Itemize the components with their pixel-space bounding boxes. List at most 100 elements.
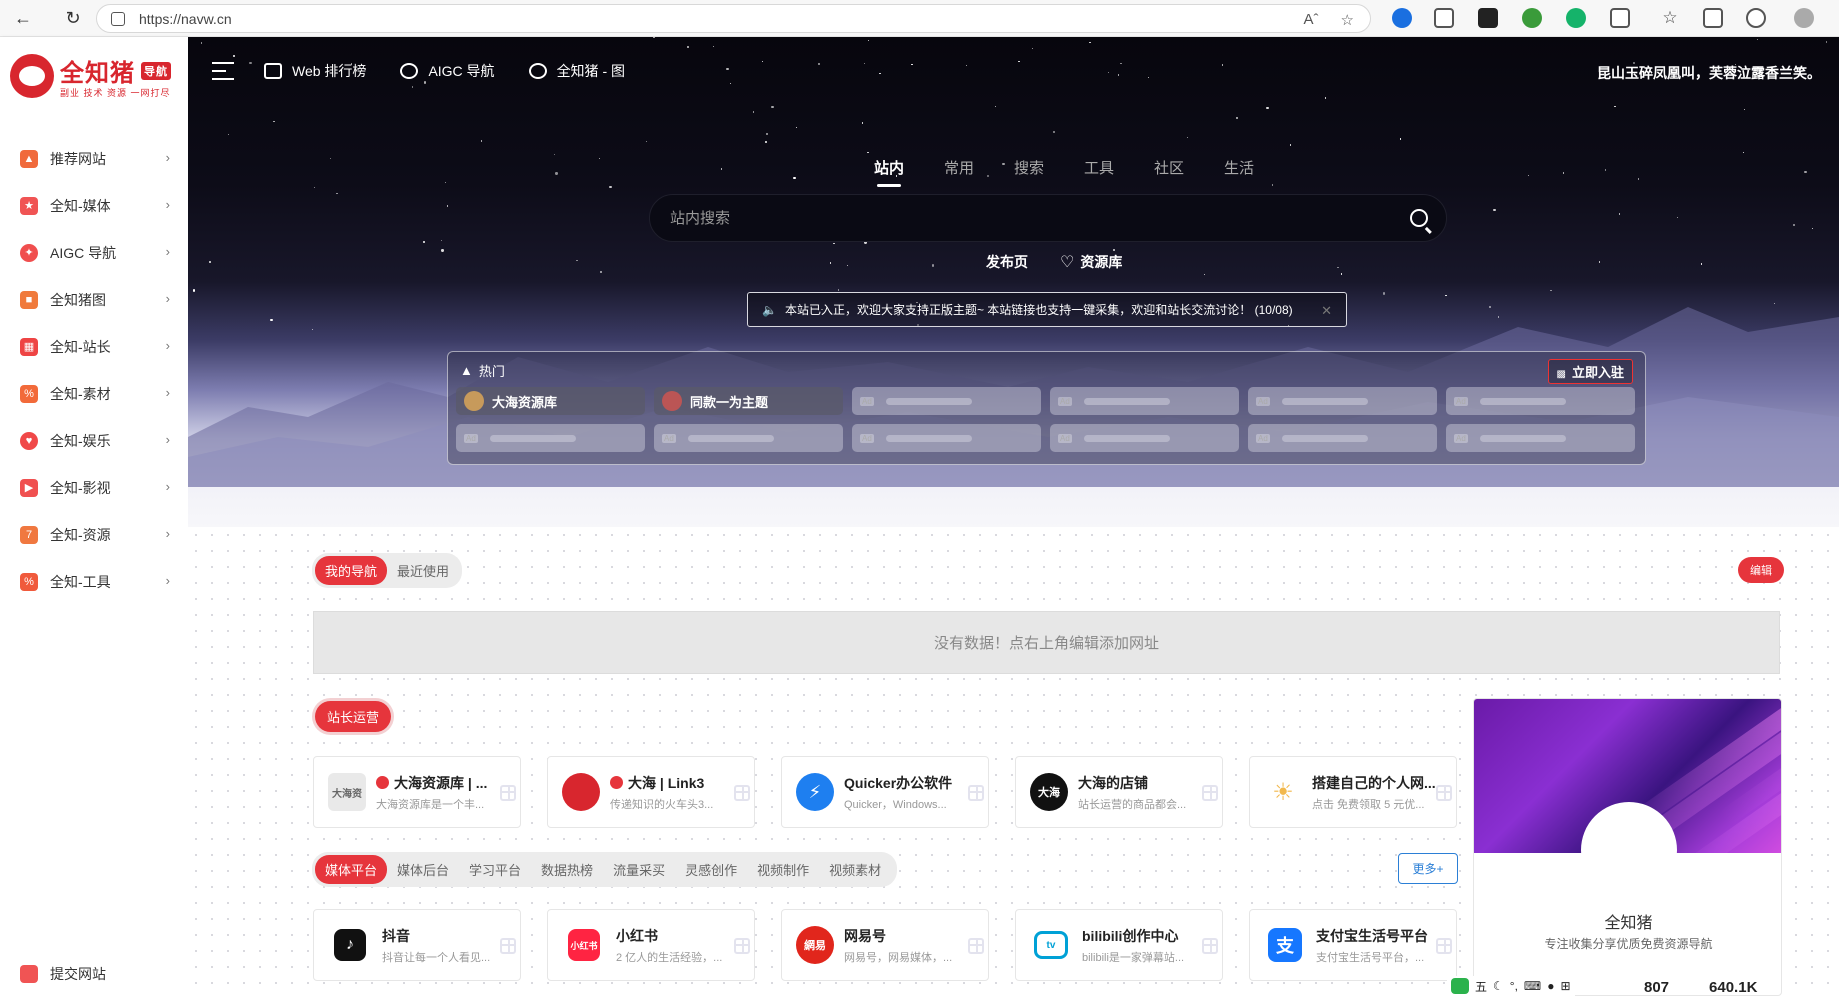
topnav-web-ranking[interactable]: Web 排行榜 [264,61,366,81]
notice-text[interactable]: 本站已入正，欢迎大家支持正版主题~ 本站链接也支持一键采集，欢迎和站长交流讨论！… [785,301,1293,318]
collections-icon[interactable] [1703,8,1723,28]
ad-slot[interactable]: Ad [1050,387,1239,415]
ime-mode[interactable]: 五 [1475,978,1487,995]
favorite-star-icon[interactable]: ☆ [1341,11,1354,29]
search-input[interactable] [670,209,1370,227]
qr-icon[interactable] [734,785,750,801]
sidebar-item-aigc[interactable]: ✦ AIGC 导航 › [0,229,188,276]
extension-icon[interactable] [1434,8,1454,28]
punctuation-icon[interactable]: °, [1510,979,1518,993]
tab-video-material[interactable]: 视频素材 [819,855,891,884]
apps-icon[interactable]: ⊞ [1561,979,1571,993]
hot-item[interactable]: 大海资源库 [456,387,645,415]
tab-recent[interactable]: 最近使用 [387,556,459,585]
ad-slot[interactable]: Ad [1248,387,1437,415]
site-card[interactable]: ☀ 搭建自己的个人网... 点击 免费领取 5 元优... [1249,756,1457,828]
tab-search[interactable]: 搜索 [994,157,1064,187]
sidebar-item-tools[interactable]: % 全知-工具 › [0,558,188,605]
ime-logo-icon[interactable] [1451,978,1469,994]
sidebar-item-media[interactable]: ★ 全知-媒体 › [0,182,188,229]
profile-avatar[interactable] [1794,8,1814,28]
refresh-icon[interactable]: ↻ [62,7,84,29]
qr-icon[interactable] [734,938,750,954]
tab-my-nav[interactable]: 我的导航 [315,556,388,585]
quick-link-publish[interactable]: 发布页 [986,252,1028,272]
ad-slot[interactable]: Ad [654,424,843,452]
join-button[interactable]: ▩ 立即入驻 [1547,359,1633,384]
qr-icon[interactable] [968,785,984,801]
ad-slot[interactable]: Ad [852,387,1041,415]
tab-life[interactable]: 生活 [1204,157,1274,187]
site-card[interactable]: tv bilibili创作中心 bilibili是一家弹幕站... [1015,909,1223,981]
tab-traffic[interactable]: 流量采买 [603,855,675,884]
site-card[interactable]: 支 支付宝生活号平台 支付宝生活号平台，... [1249,909,1457,981]
qr-icon[interactable] [968,938,984,954]
sidebar-item-video[interactable]: ▶ 全知-影视 › [0,464,188,511]
site-card[interactable]: 大海 大海的店铺 站长运营的商品都会... [1015,756,1223,828]
close-icon[interactable]: ✕ [1321,303,1332,319]
tab-media-platform[interactable]: 媒体平台 [315,855,388,884]
sidebar-item-entertainment[interactable]: ♥ 全知-娱乐 › [0,417,188,464]
qr-icon[interactable] [1202,938,1218,954]
lock-icon [111,11,125,26]
tab-media-backend[interactable]: 媒体后台 [387,855,459,884]
hot-item[interactable]: 同款一为主题 [654,387,843,415]
tab-learning[interactable]: 学习平台 [459,855,531,884]
site-card[interactable]: 大海资 大海资源库 | ... 大海资源库是一个丰... [313,756,521,828]
site-card[interactable]: 小红书 小红书 2 亿人的生活经验，... [547,909,755,981]
puzzle-icon[interactable] [1610,8,1630,28]
moon-icon[interactable]: ☾ [1493,979,1504,993]
tab-data-trending[interactable]: 数据热榜 [531,855,603,884]
sidebar-item-recommended[interactable]: ▲ 推荐网站 › [0,135,188,182]
qr-icon[interactable] [1436,785,1452,801]
back-icon[interactable]: ← [12,7,34,29]
sidebar-item-resources[interactable]: 7 全知-资源 › [0,511,188,558]
ad-slot[interactable]: Ad [1248,424,1437,452]
qr-icon[interactable] [1202,785,1218,801]
site-card[interactable]: 大海 | Link3 传递知识的火车头3... [547,756,755,828]
tab-community[interactable]: 社区 [1134,157,1204,187]
keyboard-icon[interactable]: ⌨ [1524,979,1541,993]
site-card[interactable]: 網易 网易号 网易号，网易媒体，... [781,909,989,981]
join-label: 立即入驻 [1571,365,1624,380]
sidebar-item-images[interactable]: ■ 全知猪图 › [0,276,188,323]
site-card[interactable]: ⚡ Quicker办公软件 Quicker，Windows... [781,756,989,828]
user-icon[interactable]: ● [1547,979,1554,993]
extension-icon[interactable] [1522,8,1542,28]
extension-icon[interactable] [1392,8,1412,28]
extension-icon[interactable] [1566,8,1586,28]
ad-slot[interactable]: Ad [1050,424,1239,452]
menu-toggle-icon[interactable] [212,62,234,80]
tab-inspiration[interactable]: 灵感创作 [675,855,747,884]
site-logo[interactable]: 全知猪 导航 副业 技术 资源 一网打尽 [10,53,171,99]
tab-video-production[interactable]: 视频制作 [747,855,819,884]
qr-icon[interactable] [1436,938,1452,954]
url-text[interactable]: https://navw.cn [139,11,232,27]
tab-tools[interactable]: 工具 [1064,157,1134,187]
ad-slot[interactable]: Ad [1446,424,1635,452]
edit-button[interactable]: 编辑 [1738,557,1784,583]
sidebar-item-material[interactable]: % 全知-素材 › [0,370,188,417]
ad-slot[interactable]: Ad [456,424,645,452]
tab-common[interactable]: 常用 [924,157,994,187]
read-aloud-icon[interactable]: Aˆ [1304,11,1319,29]
topnav-aigc[interactable]: AIGC 导航 [400,61,495,81]
favorites-icon[interactable]: ☆ [1660,8,1680,28]
extension-icon[interactable] [1478,8,1498,28]
tab-site[interactable]: 站内 [854,157,924,187]
submit-site-button[interactable]: 提交网站 [20,964,106,984]
ad-slot[interactable]: Ad [852,424,1041,452]
site-card[interactable]: ♪ 抖音 抖音让每一个人看见... [313,909,521,981]
qr-icon[interactable] [500,785,516,801]
qr-icon[interactable] [500,938,516,954]
health-icon[interactable] [1746,8,1766,28]
sidebar-item-webmaster[interactable]: ▦ 全知-站长 › [0,323,188,370]
star [863,62,866,65]
ad-slot[interactable]: Ad [1446,387,1635,415]
search-icon[interactable] [1410,209,1428,227]
topnav-images[interactable]: 全知猪 - 图 [528,61,625,81]
more-button[interactable]: 更多+ [1398,853,1458,884]
profile-avatar[interactable] [1581,802,1677,898]
address-bar[interactable]: https://navw.cn Aˆ ☆ [96,4,1371,33]
quick-link-resource[interactable]: ♡ 资源库 [1060,252,1122,272]
